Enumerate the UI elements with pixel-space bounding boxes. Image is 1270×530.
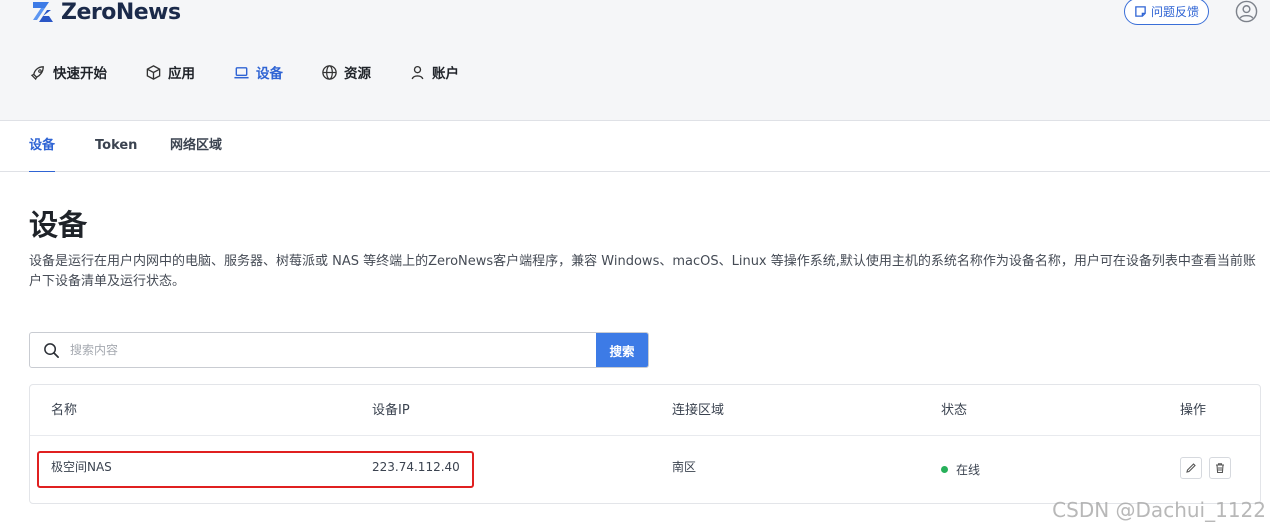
search-input[interactable] — [70, 333, 596, 367]
edit-button[interactable] — [1180, 457, 1202, 479]
search-icon — [44, 343, 59, 358]
online-dot-icon — [941, 466, 948, 473]
nav-label: 应用 — [168, 66, 195, 82]
nav-label: 账户 — [432, 66, 459, 82]
pencil-icon — [1186, 463, 1196, 473]
nav-item-quickstart[interactable]: 快速开始 — [30, 60, 107, 84]
laptop-icon — [234, 66, 249, 78]
tab-token[interactable]: Token — [95, 121, 137, 172]
device-region: 南区 — [672, 460, 697, 474]
watermark: CSDN @Dachui_1122 — [1052, 498, 1266, 522]
cube-icon — [146, 64, 161, 80]
column-header-name: 名称 — [51, 403, 78, 418]
page-title: 设备 — [29, 208, 88, 242]
nav-item-apps[interactable]: 应用 — [145, 60, 195, 84]
tab-network-region[interactable]: 网络区域 — [170, 121, 222, 172]
status-badge: 在线 — [941, 461, 980, 478]
globe-icon — [322, 64, 337, 80]
search-bar: 搜索 — [29, 332, 649, 368]
sub-tabs: 设备 Token 网络区域 — [0, 121, 1270, 173]
column-header-ip: 设备IP — [372, 403, 410, 418]
rocket-icon — [30, 65, 44, 80]
column-header-actions: 操作 — [1180, 403, 1207, 418]
zeronews-logo-icon — [33, 2, 53, 22]
note-icon — [1135, 6, 1146, 17]
nav-item-resources[interactable]: 资源 — [321, 60, 371, 84]
nav-item-account[interactable]: 账户 — [409, 60, 459, 84]
brand-logo[interactable]: ZeroNews — [30, 0, 181, 26]
table-row: 极空间NAS 223.74.112.40 南区 在线 — [30, 436, 1260, 502]
device-table: 名称 设备IP 连接区域 状态 操作 极空间NAS 223.74.112.40 … — [29, 384, 1261, 504]
feedback-label: 问题反馈 — [1150, 5, 1199, 19]
nav-label: 快速开始 — [53, 66, 107, 82]
main-content: 设备 设备是运行在用户内网中的电脑、服务器、树莓派或 NAS 等终端上的Zero… — [0, 172, 1270, 530]
nav-label: 设备 — [256, 66, 283, 82]
brand-name: ZeroNews — [61, 0, 181, 25]
feedback-button[interactable]: 问题反馈 — [1124, 0, 1209, 25]
status-text: 在线 — [956, 463, 981, 477]
page-description: 设备是运行在用户内网中的电脑、服务器、树莓派或 NAS 等终端上的ZeroNew… — [29, 254, 1256, 289]
table-header: 名称 设备IP 连接区域 状态 操作 — [30, 385, 1260, 436]
user-icon — [411, 65, 424, 79]
main-nav: 快速开始 应用 设备 资源 账户 — [30, 60, 497, 84]
user-avatar-icon[interactable] — [1235, 0, 1258, 23]
tab-devices[interactable]: 设备 — [29, 121, 56, 173]
search-button[interactable]: 搜索 — [596, 333, 648, 367]
column-header-region: 连接区域 — [672, 403, 725, 418]
device-ip: 223.74.112.40 — [372, 460, 460, 474]
top-header: ZeroNews 问题反馈 快速开始 应用 设备 资源 账户 — [0, 0, 1270, 121]
device-name: 极空间NAS — [51, 460, 112, 474]
column-header-status: 状态 — [941, 403, 968, 418]
nav-item-devices[interactable]: 设备 — [233, 60, 283, 84]
nav-label: 资源 — [344, 66, 371, 82]
delete-button[interactable] — [1209, 457, 1231, 479]
trash-icon — [1216, 463, 1224, 474]
